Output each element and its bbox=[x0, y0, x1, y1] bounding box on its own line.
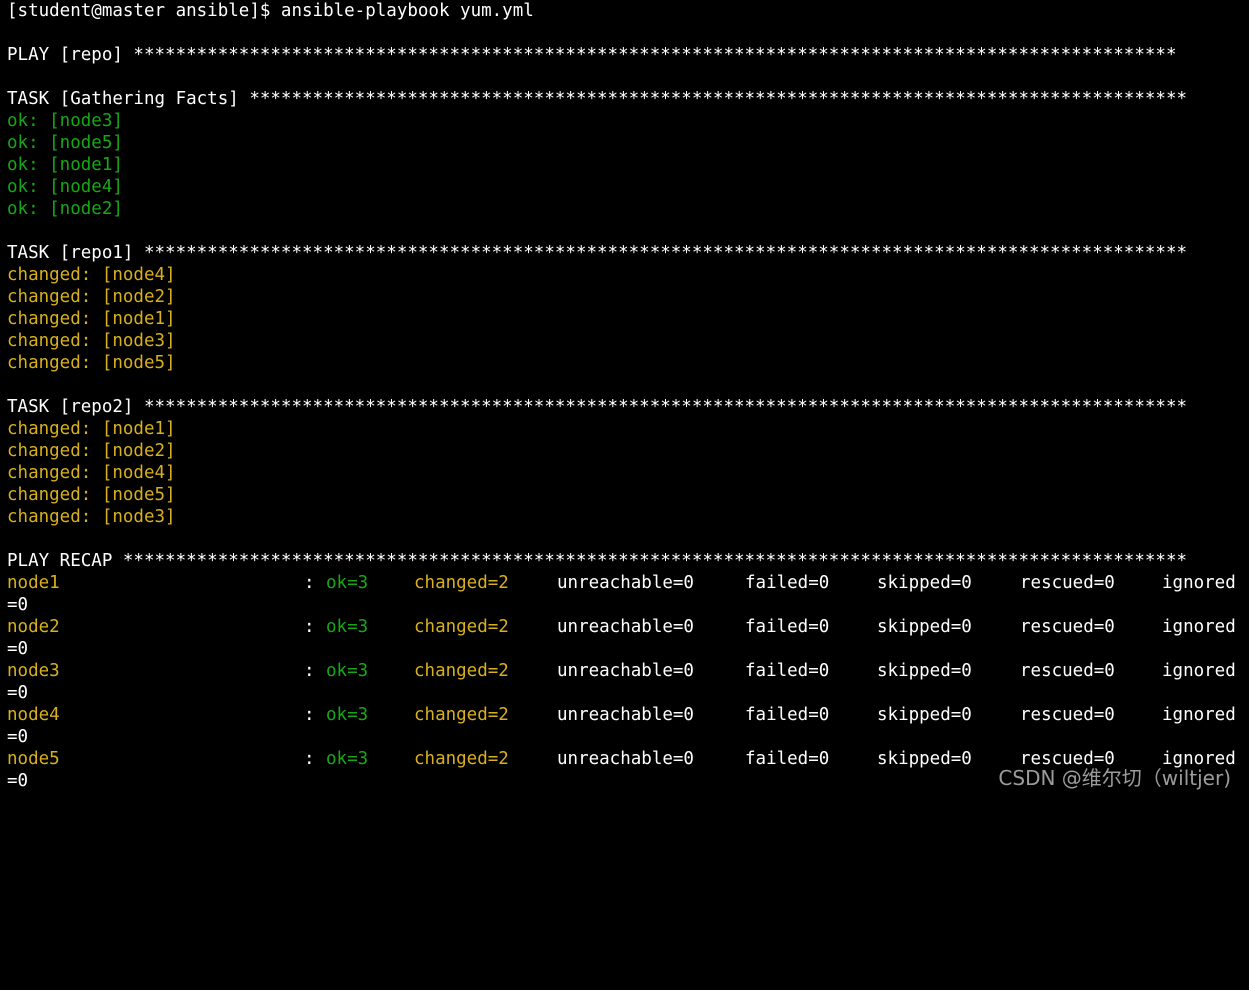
recap-host: node2 bbox=[7, 617, 60, 637]
recap-failed: failed=0 bbox=[745, 573, 830, 593]
recap-ignored: ignored bbox=[1162, 661, 1236, 681]
task-result-line: changed: [node4] bbox=[7, 265, 176, 285]
task-header: TASK [Gathering Facts] *****************… bbox=[7, 89, 1188, 109]
recap-skipped: skipped=0 bbox=[877, 661, 972, 681]
recap-changed: changed=2 bbox=[414, 617, 509, 637]
recap-wrap-line: =0 bbox=[7, 595, 29, 615]
recap-rescued: rescued=0 bbox=[1020, 661, 1115, 681]
recap-ignored: ignored bbox=[1162, 573, 1236, 593]
recap-header: PLAY RECAP *****************************… bbox=[7, 551, 1188, 571]
recap-ok: ok=3 bbox=[326, 617, 369, 637]
recap-colon: : bbox=[304, 705, 315, 725]
task-result-line: ok: [node5] bbox=[7, 133, 123, 153]
task-result-line: changed: [node3] bbox=[7, 331, 176, 351]
task-result-line: changed: [node1] bbox=[7, 419, 176, 439]
recap-wrap-line: =0 bbox=[7, 683, 29, 703]
recap-colon: : bbox=[304, 617, 315, 637]
recap-unreachable: unreachable=0 bbox=[557, 573, 694, 593]
task-result-line: changed: [node4] bbox=[7, 463, 176, 483]
recap-skipped: skipped=0 bbox=[877, 705, 972, 725]
recap-ignored: ignored bbox=[1162, 617, 1236, 637]
recap-failed: failed=0 bbox=[745, 617, 830, 637]
terminal-window[interactable]: [student@master ansible]$ ansible-playbo… bbox=[7, 0, 1247, 792]
recap-row-node1: node1 : ok=3 changed=2 unreachable=0 fai… bbox=[7, 572, 1247, 594]
recap-skipped: skipped=0 bbox=[877, 749, 972, 769]
recap-row-node2: node2 : ok=3 changed=2 unreachable=0 fai… bbox=[7, 616, 1247, 638]
task-result-line: ok: [node4] bbox=[7, 177, 123, 197]
task-result-line: changed: [node3] bbox=[7, 507, 176, 527]
recap-row-node3: node3 : ok=3 changed=2 unreachable=0 fai… bbox=[7, 660, 1247, 682]
csdn-watermark: CSDN @维尔切（wiltjer) bbox=[998, 766, 1231, 790]
recap-host: node1 bbox=[7, 573, 60, 593]
recap-wrap-line: =0 bbox=[7, 639, 29, 659]
recap-unreachable: unreachable=0 bbox=[557, 705, 694, 725]
recap-ok: ok=3 bbox=[326, 749, 369, 769]
recap-row-node4: node4 : ok=3 changed=2 unreachable=0 fai… bbox=[7, 704, 1247, 726]
recap-skipped: skipped=0 bbox=[877, 573, 972, 593]
recap-rescued: rescued=0 bbox=[1020, 617, 1115, 637]
recap-skipped: skipped=0 bbox=[877, 617, 972, 637]
task-result-line: changed: [node5] bbox=[7, 353, 176, 373]
task-result-line: changed: [node2] bbox=[7, 441, 176, 461]
recap-colon: : bbox=[304, 573, 315, 593]
task-header: TASK [repo2] ***************************… bbox=[7, 397, 1188, 417]
recap-changed: changed=2 bbox=[414, 749, 509, 769]
play-header: PLAY [repo] ****************************… bbox=[7, 45, 1177, 65]
task-result-line: ok: [node2] bbox=[7, 199, 123, 219]
task-result-line: changed: [node5] bbox=[7, 485, 176, 505]
recap-ok: ok=3 bbox=[326, 573, 369, 593]
recap-failed: failed=0 bbox=[745, 705, 830, 725]
recap-ok: ok=3 bbox=[326, 661, 369, 681]
task-result-line: ok: [node3] bbox=[7, 111, 123, 131]
recap-unreachable: unreachable=0 bbox=[557, 617, 694, 637]
recap-ignored: ignored bbox=[1162, 705, 1236, 725]
recap-wrap-line: =0 bbox=[7, 727, 29, 747]
recap-failed: failed=0 bbox=[745, 749, 830, 769]
recap-rescued: rescued=0 bbox=[1020, 573, 1115, 593]
recap-failed: failed=0 bbox=[745, 661, 830, 681]
recap-colon: : bbox=[304, 749, 315, 769]
recap-host: node5 bbox=[7, 749, 60, 769]
recap-changed: changed=2 bbox=[414, 705, 509, 725]
recap-changed: changed=2 bbox=[414, 661, 509, 681]
recap-changed: changed=2 bbox=[414, 573, 509, 593]
recap-rescued: rescued=0 bbox=[1020, 705, 1115, 725]
recap-ok: ok=3 bbox=[326, 705, 369, 725]
recap-host: node3 bbox=[7, 661, 60, 681]
recap-host: node4 bbox=[7, 705, 60, 725]
task-result-line: changed: [node1] bbox=[7, 309, 176, 329]
task-result-line: ok: [node1] bbox=[7, 155, 123, 175]
recap-colon: : bbox=[304, 661, 315, 681]
command-prompt: [student@master ansible]$ ansible-playbo… bbox=[7, 1, 534, 21]
recap-unreachable: unreachable=0 bbox=[557, 749, 694, 769]
task-header: TASK [repo1] ***************************… bbox=[7, 243, 1188, 263]
recap-unreachable: unreachable=0 bbox=[557, 661, 694, 681]
task-result-line: changed: [node2] bbox=[7, 287, 176, 307]
